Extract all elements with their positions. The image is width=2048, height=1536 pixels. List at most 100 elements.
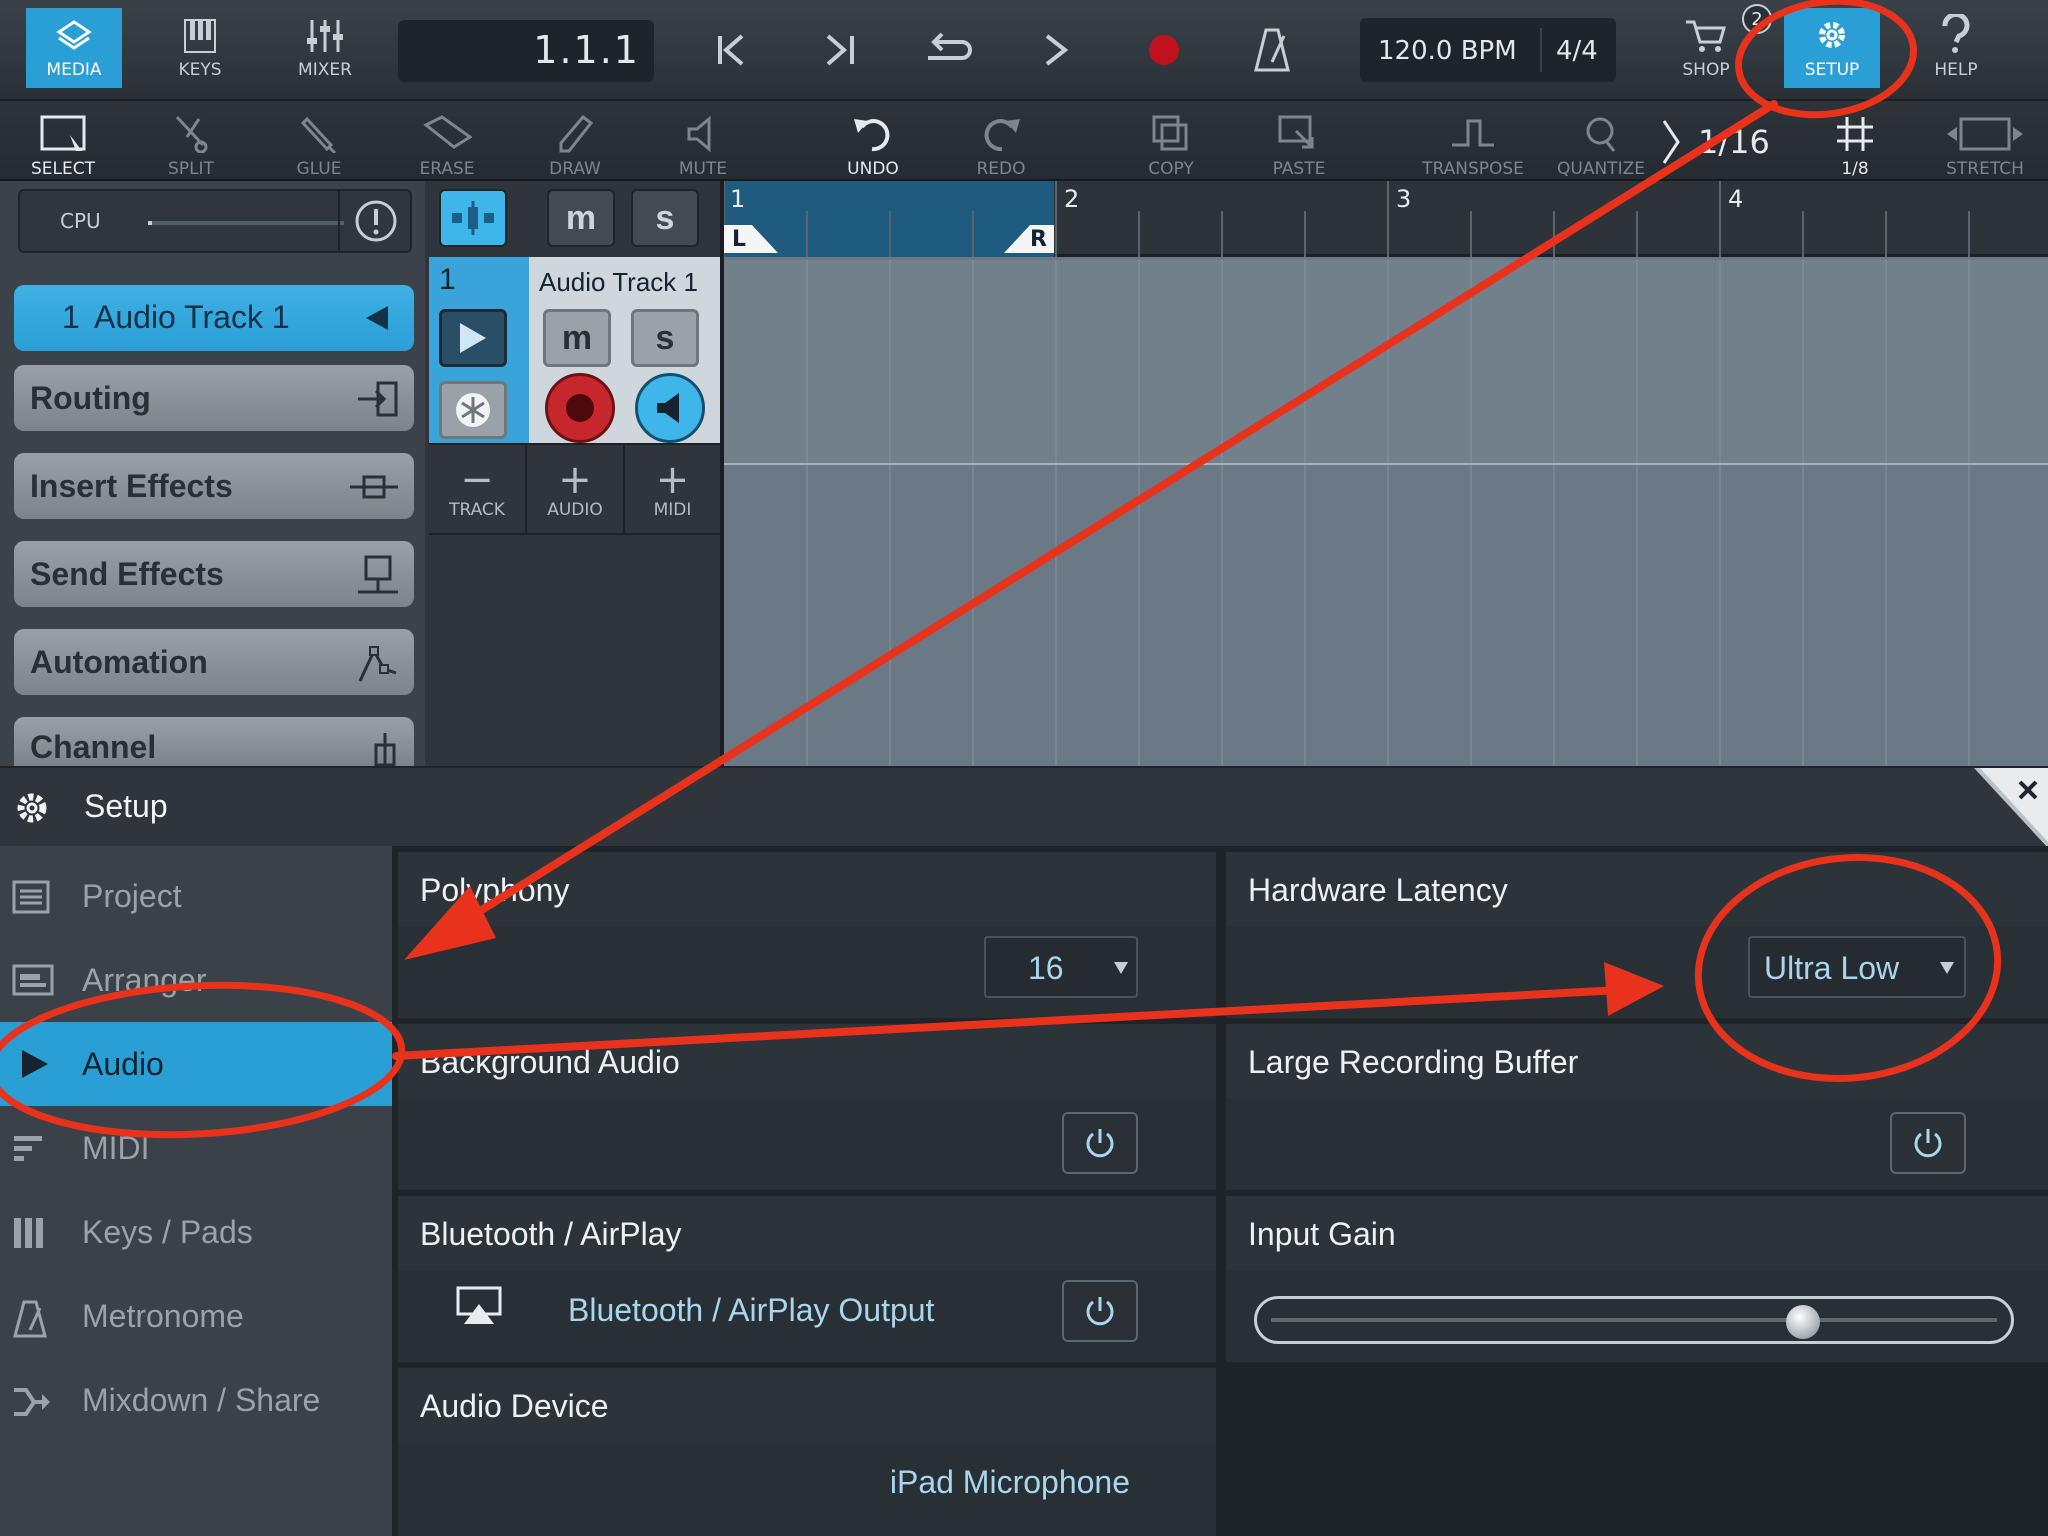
split-tool[interactable]: SPLIT (136, 109, 246, 179)
record-icon (1149, 35, 1179, 65)
track-record-arm-button[interactable] (545, 373, 615, 443)
track-solo-button[interactable]: s (631, 309, 699, 367)
shop-button[interactable]: SHOP (1658, 8, 1754, 88)
setup-nav-metronome[interactable]: Metronome (0, 1274, 392, 1358)
loop-end-marker[interactable]: R (1030, 227, 1047, 252)
add-midi-track-button[interactable]: + MIDI (625, 445, 720, 535)
mute-label: MUTE (678, 159, 728, 179)
undo-button[interactable]: UNDO (818, 109, 928, 179)
glue-tool[interactable]: GLUE (264, 109, 374, 179)
setup-button[interactable]: SETUP (1784, 8, 1880, 88)
background-audio-toggle[interactable] (1062, 1112, 1138, 1174)
track-select-button[interactable] (439, 309, 507, 367)
automation-button[interactable]: Automation (14, 629, 414, 695)
arrange-view[interactable]: 1 2 3 4 L R (720, 181, 2048, 766)
input-gain-slider[interactable] (1254, 1296, 2014, 1344)
setup-nav-keys-pads-label: Keys / Pads (82, 1213, 253, 1250)
channel-button[interactable]: Channel (14, 717, 414, 771)
record-button[interactable] (1134, 20, 1194, 80)
setup-nav-mixdown-share[interactable]: Mixdown / Share (0, 1358, 392, 1442)
snowflake-icon (456, 393, 490, 427)
routing-button[interactable]: Routing (14, 365, 414, 431)
power-icon (1086, 1297, 1114, 1326)
go-to-end-button[interactable] (810, 20, 870, 80)
paste-button[interactable]: PASTE (1244, 109, 1354, 179)
input-gain-title: Input Gain (1248, 1216, 1396, 1252)
timeline-ruler[interactable]: 1 2 3 4 L R (724, 181, 2048, 257)
transpose-button[interactable]: TRANSPOSE (1418, 109, 1528, 179)
close-setup-button[interactable] (1974, 768, 2048, 848)
input-gain-thumb[interactable] (1786, 1305, 1820, 1339)
quantize-value-selector[interactable]: 1/16 (1656, 111, 1786, 177)
setup-nav-project[interactable]: Project (0, 854, 392, 938)
keys-tab-label: KEYS (178, 60, 222, 80)
loop-start-marker[interactable]: L (732, 227, 746, 252)
setup-nav-mixdown-share-label: Mixdown / Share (82, 1381, 321, 1418)
hardware-latency-title: Hardware Latency (1248, 872, 1508, 908)
skip-back-icon (718, 34, 744, 66)
help-button[interactable]: HELP (1908, 8, 2004, 88)
track-monitor-button[interactable] (635, 373, 705, 443)
copy-icon (1152, 115, 1188, 151)
select-tool[interactable]: SELECT (8, 109, 118, 179)
audio-device-title: Audio Device (420, 1388, 609, 1424)
track-mute-button[interactable]: m (543, 309, 611, 367)
setup-nav-arranger[interactable]: Arranger (0, 938, 392, 1022)
setup-title: Setup (84, 788, 168, 824)
redo-icon (984, 119, 1020, 152)
loop-button[interactable] (918, 20, 978, 80)
setup-nav-audio[interactable]: Audio (0, 1022, 392, 1106)
track-freeze-button[interactable] (439, 381, 507, 439)
grid-button[interactable]: 1/8 (1800, 109, 1910, 179)
keys-tab[interactable]: KEYS (152, 8, 248, 88)
tempo-value: 120.0 BPM (1378, 36, 1517, 66)
add-midi-symbol: + (655, 457, 690, 503)
setup-label: SETUP (1804, 60, 1860, 80)
track-view-toggle[interactable] (439, 189, 507, 247)
undo-icon (854, 119, 890, 152)
media-tab[interactable]: MEDIA (26, 8, 122, 88)
polyphony-setting: Polyphony 16 (398, 852, 1216, 1018)
mute-tool[interactable]: MUTE (648, 109, 758, 179)
selected-track-button[interactable]: 1 Audio Track 1 (14, 285, 414, 351)
keys-icon (184, 19, 216, 53)
paste-icon (1278, 115, 1314, 149)
arrange-view-icon (452, 201, 494, 235)
global-mute-button[interactable]: m (547, 189, 615, 247)
erase-tool[interactable]: ERASE (392, 109, 502, 179)
large-recording-buffer-setting: Large Recording Buffer (1226, 1024, 2048, 1190)
hardware-latency-dropdown[interactable]: Ultra Low (1748, 936, 1966, 998)
add-audio-track-button[interactable]: + AUDIO (527, 445, 625, 535)
global-solo-button[interactable]: s (631, 189, 699, 247)
stretch-icon (1947, 117, 2023, 151)
alert-icon[interactable] (354, 199, 398, 243)
audio-device-value[interactable]: iPad Microphone (890, 1464, 1130, 1501)
draw-tool[interactable]: DRAW (520, 109, 630, 179)
bluetooth-airplay-toggle[interactable] (1062, 1280, 1138, 1342)
play-button[interactable] (1026, 20, 1086, 80)
send-effects-button[interactable]: Send Effects (14, 541, 414, 607)
polyphony-dropdown[interactable]: 16 (984, 936, 1138, 998)
position-display[interactable]: 1.1.1 (398, 20, 654, 82)
send-effects-label: Send Effects (30, 555, 224, 592)
quantize-button[interactable]: QUANTIZE (1546, 109, 1656, 179)
loop-icon (928, 32, 972, 60)
automation-label: Automation (30, 643, 208, 680)
insert-effects-label: Insert Effects (30, 467, 233, 504)
large-recording-buffer-toggle[interactable] (1890, 1112, 1966, 1174)
setup-header: Setup (0, 766, 2048, 848)
redo-button[interactable]: REDO (946, 109, 1056, 179)
setup-nav-midi[interactable]: MIDI (0, 1106, 392, 1190)
setup-nav-keys-pads[interactable]: Keys / Pads (0, 1190, 392, 1274)
copy-button[interactable]: COPY (1116, 109, 1226, 179)
stretch-tool[interactable]: STRETCH (1930, 109, 2040, 179)
add-audio-symbol: + (558, 457, 592, 503)
remove-track-button[interactable]: − TRACK (429, 445, 527, 535)
metronome-button[interactable] (1242, 20, 1302, 80)
track-header[interactable]: 1 Audio Track 1 m s (429, 257, 720, 443)
mixer-tab[interactable]: MIXER (277, 8, 373, 88)
insert-effects-button[interactable]: Insert Effects (14, 453, 414, 519)
tempo-display[interactable]: 120.0 BPM 4/4 (1360, 18, 1616, 82)
hardware-latency-setting: Hardware Latency Ultra Low (1226, 852, 2048, 1018)
go-to-start-button[interactable] (702, 20, 762, 80)
